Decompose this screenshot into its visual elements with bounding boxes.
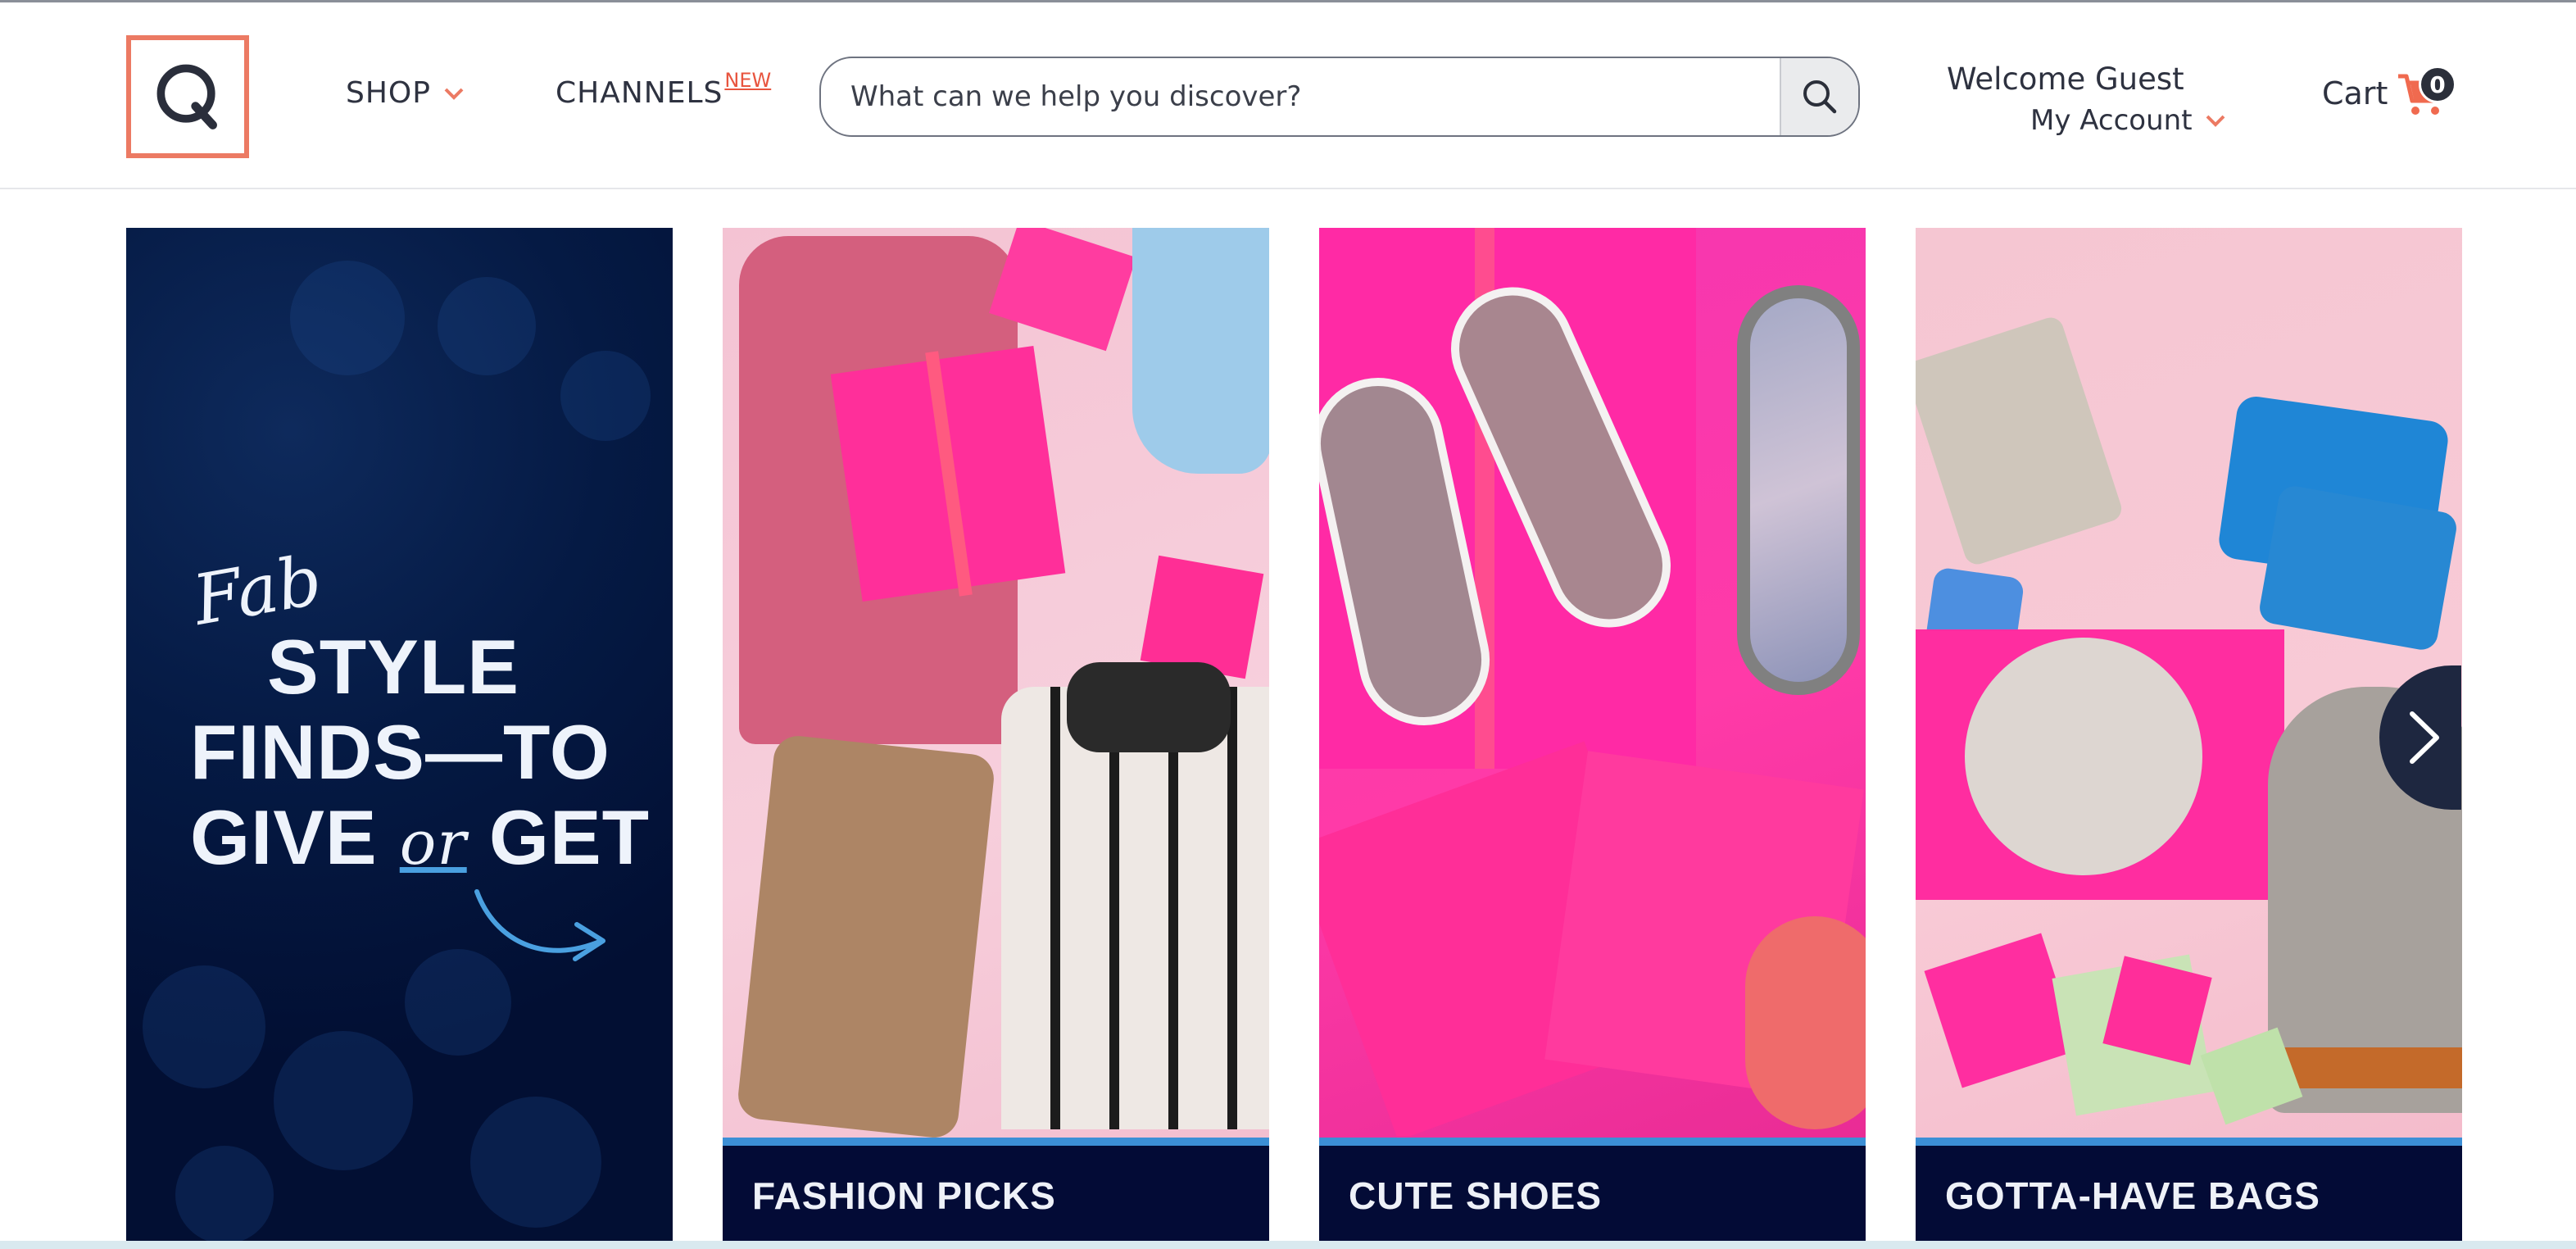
bokeh-light: [274, 1031, 413, 1170]
round-bag: [1965, 638, 2202, 875]
new-badge: NEW: [724, 68, 772, 92]
bokeh-light: [438, 277, 536, 375]
promo-line-3: GIVE or GET: [190, 795, 650, 886]
small-gift-box: [1140, 555, 1264, 679]
bokeh-light: [470, 1097, 601, 1228]
wallet: [1916, 314, 2125, 568]
promo-line-1: STYLE: [267, 624, 519, 710]
curved-arrow-icon: [474, 889, 605, 961]
blue-sweater: [1132, 228, 1269, 474]
site-header: SHOP CHANNELS NEW Welcome Guest My Accou…: [0, 2, 2576, 189]
brown-pants: [736, 734, 996, 1138]
blue-wallet: [2256, 484, 2460, 652]
caption-bar: CUTE SHOES: [1319, 1138, 1866, 1241]
nav-shop-label: SHOP: [346, 76, 431, 110]
caption-bar: GOTTA-HAVE BAGS: [1916, 1138, 2462, 1241]
fuzzy-slipper: [1745, 916, 1866, 1129]
search-input[interactable]: [821, 58, 1780, 135]
promo-give: GIVE: [190, 794, 378, 880]
plaid-sweater: [1001, 687, 1269, 1129]
bokeh-light: [560, 351, 651, 441]
qvc-logo[interactable]: [126, 35, 249, 158]
shoes-photo: [1319, 228, 1866, 1138]
promo-headline: Fab STYLE FINDS—TO GIVE or GET: [188, 539, 650, 886]
tile-caption: GOTTA-HAVE BAGS: [1945, 1174, 2320, 1217]
promo-line-2: FINDS—TO: [190, 709, 610, 795]
cart-count-badge: 0: [2419, 66, 2456, 103]
promo-banner[interactable]: Fab STYLE FINDS—TO GIVE or GET: [126, 228, 673, 1241]
tile-caption: CUTE SHOES: [1349, 1174, 1603, 1217]
bokeh-light: [290, 261, 405, 375]
turtleneck-collar: [1067, 662, 1231, 752]
search-icon: [1803, 80, 1837, 114]
bokeh-light: [175, 1146, 274, 1241]
promo-or: or: [399, 808, 467, 879]
search-bar: [819, 57, 1860, 137]
chevron-right-icon: [2410, 711, 2439, 764]
camo-slipper: [1737, 285, 1860, 695]
nav-channels[interactable]: CHANNELS NEW: [556, 69, 771, 111]
caption-bar: FASHION PICKS: [723, 1138, 1269, 1241]
promo-get: GET: [488, 794, 651, 880]
q-logo-icon: [156, 64, 217, 129]
search-button[interactable]: [1780, 58, 1858, 135]
bokeh-light: [143, 965, 265, 1088]
nav-shop[interactable]: SHOP: [346, 76, 465, 110]
welcome-text: Welcome Guest: [1947, 61, 2184, 97]
category-tile-shoes[interactable]: CUTE SHOES: [1319, 228, 1866, 1241]
cart-label: Cart: [2322, 75, 2388, 111]
my-account-label: My Account: [2030, 104, 2193, 137]
my-account-menu[interactable]: My Account: [2030, 104, 2227, 137]
page-bottom-edge: [0, 1241, 2576, 1249]
category-tile-fashion[interactable]: FASHION PICKS: [723, 228, 1269, 1241]
fashion-photo: [723, 228, 1269, 1138]
small-gift-box: [1924, 933, 2079, 1088]
chevron-down-icon: [444, 88, 464, 100]
nav-channels-label: CHANNELS: [556, 76, 723, 110]
promo-script-text: Fab: [187, 539, 328, 641]
bags-photo: [1916, 228, 2462, 1138]
chevron-down-icon: [2206, 115, 2225, 127]
tile-caption: FASHION PICKS: [752, 1174, 1056, 1217]
